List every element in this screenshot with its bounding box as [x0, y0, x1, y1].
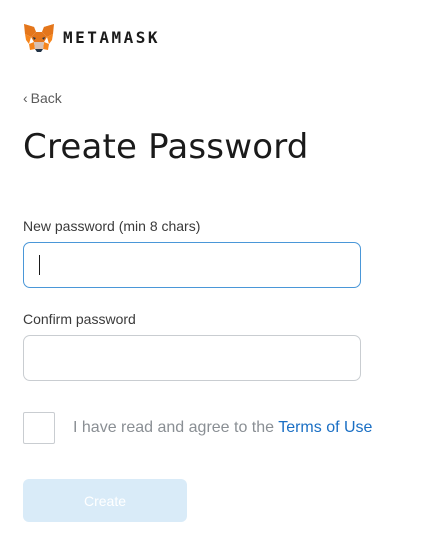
terms-checkbox[interactable]	[23, 412, 55, 444]
back-link[interactable]: ‹ Back	[23, 90, 62, 106]
confirm-password-input[interactable]	[23, 335, 361, 381]
confirm-password-label: Confirm password	[23, 311, 136, 327]
app-header: METAMASK	[23, 23, 160, 53]
brand-wordmark: METAMASK	[63, 28, 161, 47]
create-button[interactable]: Create	[23, 479, 187, 522]
new-password-input[interactable]	[23, 242, 361, 288]
terms-of-use-link[interactable]: Terms of Use	[278, 419, 372, 436]
metamask-fox-icon	[24, 24, 54, 52]
text-cursor	[39, 255, 40, 275]
terms-prefix: I have read and agree to the	[73, 419, 275, 436]
page-title: Create Password	[23, 127, 309, 167]
terms-row: I have read and agree to the Terms of Us…	[23, 412, 372, 444]
chevron-left-icon: ‹	[23, 90, 28, 106]
back-label: Back	[30, 90, 62, 106]
terms-text: I have read and agree to the Terms of Us…	[73, 419, 372, 437]
new-password-label: New password (min 8 chars)	[23, 218, 201, 234]
